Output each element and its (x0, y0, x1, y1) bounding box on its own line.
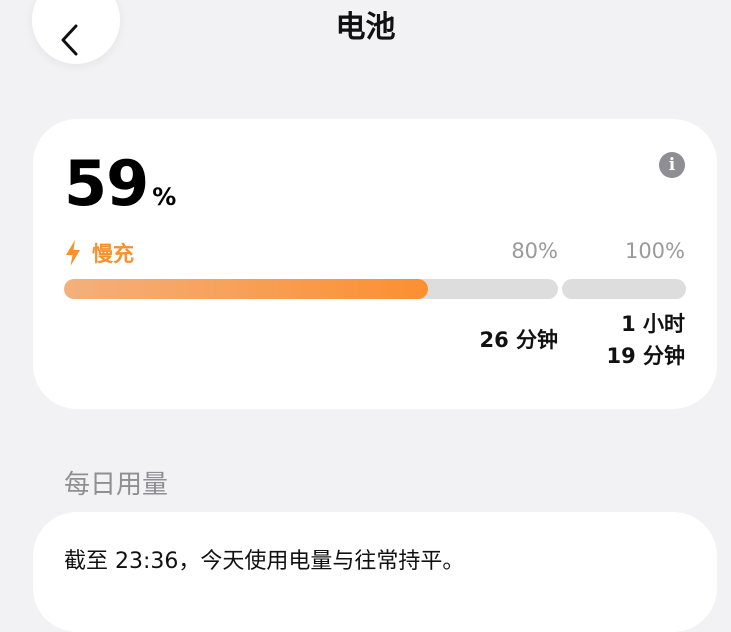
eta-to-100-hours: 1 小时 (621, 312, 685, 336)
marker-80-label: 80% (511, 239, 558, 263)
battery-percent-sign: % (152, 183, 177, 211)
battery-level: 59 % (64, 153, 176, 215)
daily-usage-heading: 每日用量 (64, 470, 169, 500)
info-icon[interactable]: i (659, 152, 685, 178)
charge-progress-tail (562, 279, 686, 299)
daily-usage-summary: 截至 23:36，今天使用电量与往常持平。 (64, 549, 465, 574)
marker-100-label: 100% (624, 239, 685, 263)
charge-progress-fill (64, 279, 429, 299)
eta-to-100: 1 小时 19 分钟 (606, 308, 685, 372)
daily-usage-card[interactable]: 截至 23:36，今天使用电量与往常持平。 (33, 512, 717, 632)
charge-mode-label: 慢充 (92, 242, 134, 266)
charge-status: 慢充 (64, 238, 134, 268)
battery-percent-value: 59 (64, 147, 149, 220)
eta-to-100-minutes: 19 分钟 (606, 344, 685, 368)
page-title: 电池 (335, 10, 396, 45)
charge-progress-bar (64, 279, 558, 299)
battery-status-card: i 59 % 慢充 80% 100% 26 分钟 1 小时 19 分钟 (33, 119, 717, 409)
lightning-bolt-icon (64, 239, 82, 267)
eta-to-80: 26 分钟 (479, 328, 558, 352)
